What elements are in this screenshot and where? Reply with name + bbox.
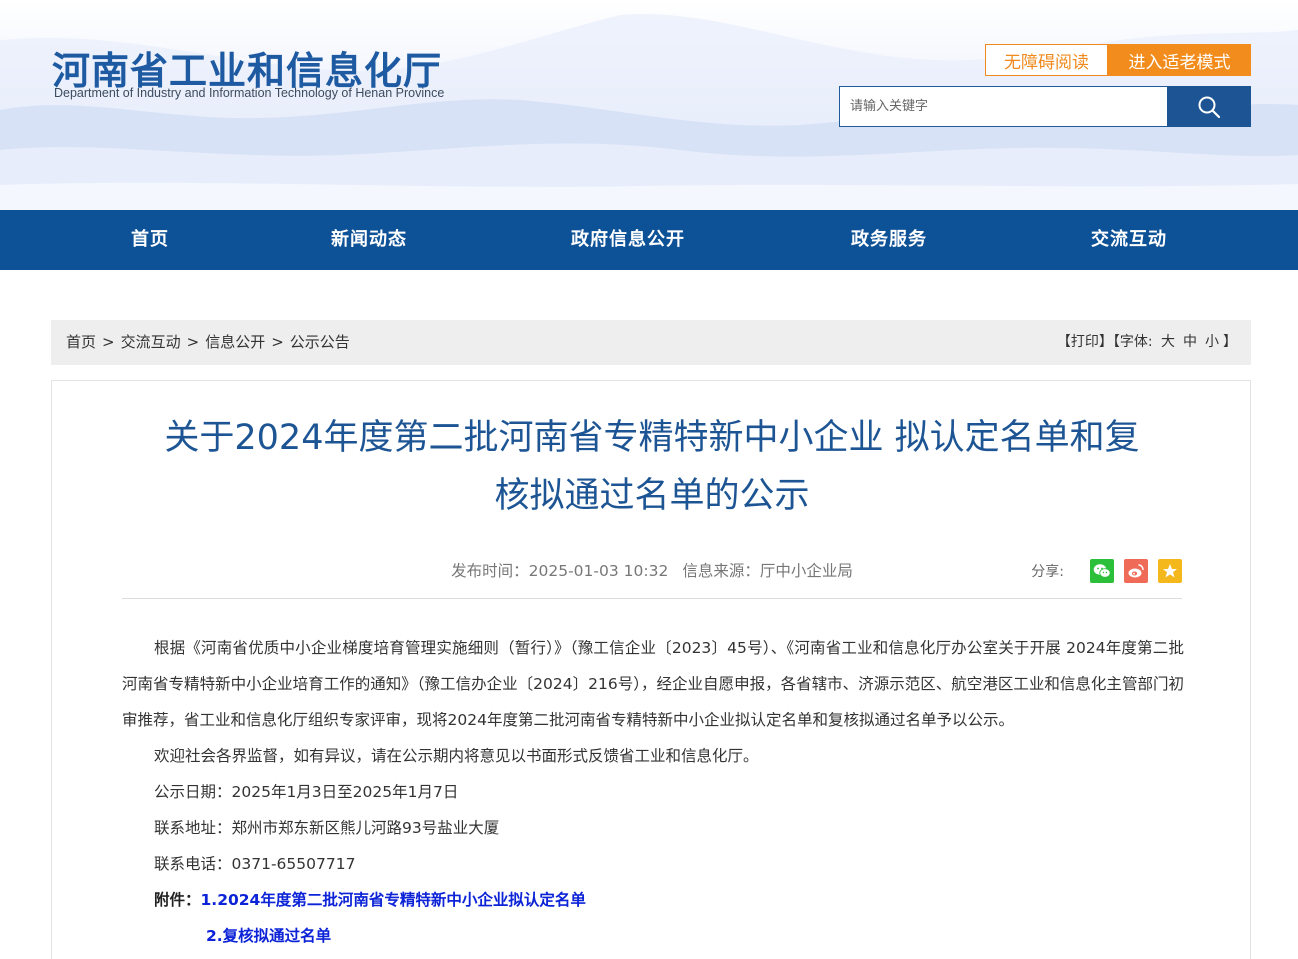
article-tools: 【打印】【字体: 大中小】 (1057, 320, 1237, 365)
nav-item-interaction[interactable]: 交流互动 (1091, 210, 1167, 270)
nav-item-gov-info[interactable]: 政府信息公开 (571, 210, 685, 270)
search-icon (1198, 96, 1221, 118)
print-button[interactable]: 【打印】 (1057, 334, 1113, 350)
attachment-link-1[interactable]: 1.2024年度第二批河南省专精特新中小企业拟认定名单 (201, 891, 586, 909)
body-paragraph: 根据《河南省优质中小企业梯度培育管理实施细则（暂行）》（豫工信企业〔2023〕4… (122, 639, 1184, 729)
article-meta: 发布时间：2025-01-03 10:32 信息来源：厅中小企业局 分享: (122, 557, 1182, 585)
info-source: 信息来源：厅中小企业局 (682, 562, 853, 580)
publish-date-line: 公示日期：2025年1月3日至2025年1月7日 (154, 783, 459, 801)
mode-buttons: 无障碍阅读 进入适老模式 (985, 44, 1251, 76)
breadcrumb-separator: > (102, 333, 115, 351)
elder-mode-button[interactable]: 进入适老模式 (1108, 44, 1251, 76)
wechat-icon[interactable] (1090, 559, 1114, 583)
meta-text: 发布时间：2025-01-03 10:32 信息来源：厅中小企业局 (122, 557, 1182, 585)
header-banner: 河南省工业和信息化厅 Department of Industry and In… (0, 0, 1298, 210)
breadcrumb-interaction[interactable]: 交流互动 (121, 333, 181, 351)
article-body: 根据《河南省优质中小企业梯度培育管理实施细则（暂行）》（豫工信企业〔2023〕4… (122, 630, 1184, 954)
attachment-link-2[interactable]: 2.复核拟通过名单 (206, 927, 331, 945)
accessible-reading-button[interactable]: 无障碍阅读 (985, 44, 1108, 76)
breadcrumb-info-public[interactable]: 信息公开 (205, 333, 265, 351)
publish-time: 发布时间：2025-01-03 10:32 (451, 562, 669, 580)
body-paragraph: 欢迎社会各界监督，如有异议，请在公示期内将意见以书面形式反馈省工业和信息化厅。 (154, 747, 759, 765)
phone-line: 联系电话：0371-65507717 (154, 855, 356, 873)
main-nav: 首页 新闻动态 政府信息公开 政务服务 交流互动 (0, 210, 1298, 270)
search-bar (839, 86, 1251, 127)
nav-item-news[interactable]: 新闻动态 (331, 210, 407, 270)
font-size-suffix: 】 (1223, 334, 1237, 350)
breadcrumb-announcements[interactable]: 公示公告 (290, 333, 350, 351)
address-line: 联系地址：郑州市郑东新区熊儿河路93号盐业大厦 (154, 819, 500, 837)
attachment-label: 附件： (154, 891, 201, 909)
nav-item-services[interactable]: 政务服务 (851, 210, 927, 270)
article-title-line2: 核拟通过名单的公示 (494, 476, 810, 516)
breadcrumb-separator: > (186, 333, 200, 351)
search-button[interactable] (1167, 86, 1251, 127)
font-size-label: 【字体: (1112, 334, 1153, 350)
search-input[interactable] (839, 86, 1167, 127)
share-bar: 分享: (1031, 559, 1182, 583)
font-large-button[interactable]: 大 (1161, 334, 1175, 350)
font-medium-button[interactable]: 中 (1183, 334, 1197, 350)
font-small-button[interactable]: 小 (1205, 334, 1219, 350)
breadcrumb-bar: 首页 > 交流互动 > 信息公开 > 公示公告 【打印】【字体: 大中小】 (51, 320, 1251, 365)
breadcrumb: 首页 > 交流互动 > 信息公开 > 公示公告 (66, 320, 350, 365)
site-subtitle: Department of Industry and Information T… (54, 86, 445, 100)
divider (122, 598, 1182, 599)
breadcrumb-separator: > (271, 333, 284, 351)
article-container: 关于2024年度第二批河南省专精特新中小企业 拟认定名单和复 核拟通过名单的公示… (51, 380, 1251, 959)
share-label: 分享: (1031, 564, 1064, 580)
nav-item-home[interactable]: 首页 (131, 210, 169, 270)
attachments-row-2: 2.复核拟通过名单 (122, 918, 1184, 954)
qzone-icon[interactable] (1158, 559, 1182, 583)
article-title: 关于2024年度第二批河南省专精特新中小企业 拟认定名单和复 核拟通过名单的公示 (122, 409, 1182, 525)
attachments: 附件：1.2024年度第二批河南省专精特新中小企业拟认定名单 (122, 882, 1184, 918)
breadcrumb-home[interactable]: 首页 (66, 333, 96, 351)
weibo-icon[interactable] (1124, 559, 1148, 583)
article-title-line1: 关于2024年度第二批河南省专精特新中小企业 拟认定名单和复 (164, 418, 1140, 458)
